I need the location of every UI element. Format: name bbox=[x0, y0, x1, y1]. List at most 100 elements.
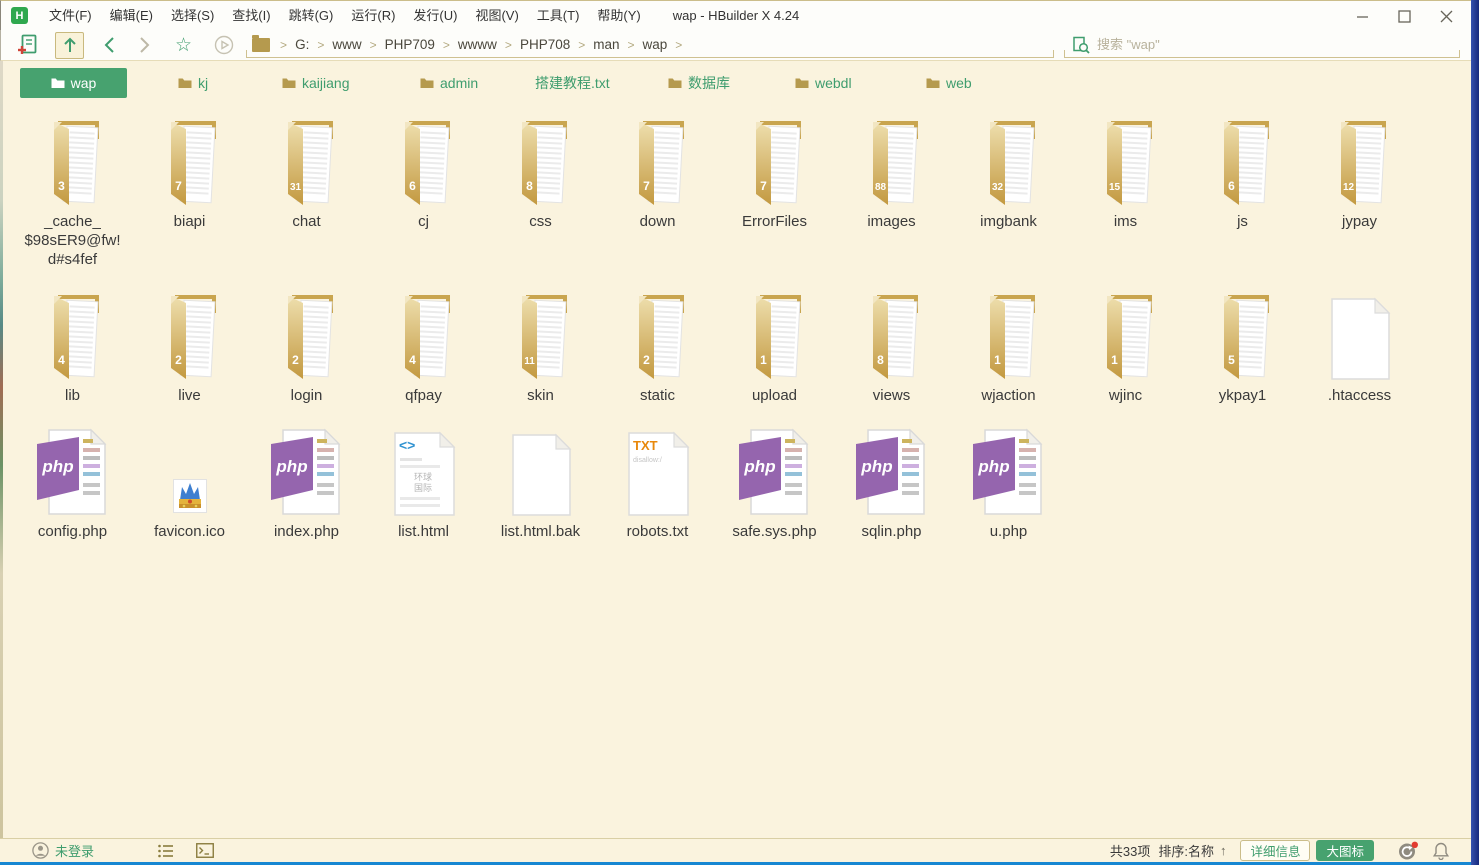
tab-admin[interactable]: admin bbox=[420, 68, 478, 98]
folder-item-css[interactable]: 8css bbox=[482, 117, 599, 231]
folder-item-qfpay[interactable]: 4qfpay bbox=[365, 291, 482, 405]
menu-item[interactable]: 查找(I) bbox=[223, 1, 279, 31]
folder-item-live[interactable]: 2live bbox=[131, 291, 248, 405]
maximize-button[interactable] bbox=[1389, 3, 1419, 29]
file-label: ims bbox=[1114, 212, 1137, 231]
menu-item[interactable]: 跳转(G) bbox=[280, 1, 343, 31]
breadcrumb-separator: > bbox=[313, 38, 328, 52]
forward-button[interactable] bbox=[139, 36, 151, 54]
blank-file-icon bbox=[510, 427, 572, 517]
menu-item[interactable]: 选择(S) bbox=[162, 1, 223, 31]
file-label: list.html bbox=[398, 522, 449, 541]
folder-item-chat[interactable]: 31chat bbox=[248, 117, 365, 231]
folder-item-skin[interactable]: 11skin bbox=[482, 291, 599, 405]
detail-view-button[interactable]: 详细信息 bbox=[1240, 840, 1310, 861]
file-item-safe.sys.php[interactable]: phpsafe.sys.php bbox=[716, 427, 833, 541]
file-item-u.php[interactable]: phpu.php bbox=[950, 427, 1067, 541]
folder-item-lib[interactable]: 4lib bbox=[14, 291, 131, 405]
file-item-robots.txt[interactable]: TXTdisallow:/robots.txt bbox=[599, 427, 716, 541]
status-bar: 未登录 共33项 排序:名称 ↑ 详细信息 大图标 bbox=[0, 838, 1471, 862]
breadcrumb-separator: > bbox=[366, 38, 381, 52]
close-button[interactable] bbox=[1431, 3, 1461, 29]
menu-item[interactable]: 工具(T) bbox=[528, 1, 589, 31]
folder-icon: 11 bbox=[509, 291, 573, 381]
folder-item-wjinc[interactable]: 1wjinc bbox=[1067, 291, 1184, 405]
run-button[interactable] bbox=[214, 35, 234, 55]
tab-数据库[interactable]: 数据库 bbox=[668, 68, 730, 98]
folder-item-images[interactable]: 88images bbox=[833, 117, 950, 231]
sort-direction-arrow[interactable]: ↑ bbox=[1220, 843, 1227, 858]
folder-item-js[interactable]: 6js bbox=[1184, 117, 1301, 231]
breadcrumb-item[interactable]: www bbox=[328, 37, 365, 52]
folder-item-ims[interactable]: 15ims bbox=[1067, 117, 1184, 231]
breadcrumb-item[interactable]: G: bbox=[291, 37, 313, 52]
breadcrumb-item[interactable]: PHP708 bbox=[516, 37, 574, 52]
large-icon-view-button[interactable]: 大图标 bbox=[1316, 840, 1374, 861]
svg-text:6: 6 bbox=[1228, 179, 1235, 193]
user-icon bbox=[32, 842, 49, 859]
tab-kj[interactable]: kj bbox=[178, 68, 208, 98]
search-box bbox=[1064, 32, 1460, 58]
update-notification-icon[interactable] bbox=[1398, 841, 1419, 861]
svg-text:1: 1 bbox=[760, 353, 767, 367]
breadcrumb-separator: > bbox=[574, 38, 589, 52]
folder-item-imgbank[interactable]: 32imgbank bbox=[950, 117, 1067, 231]
breadcrumb-item[interactable]: man bbox=[589, 37, 623, 52]
tab-搭建教程.txt[interactable]: 搭建教程.txt bbox=[535, 68, 610, 98]
menu-item[interactable]: 发行(U) bbox=[404, 1, 466, 31]
folder-item-jypay[interactable]: 12jypay bbox=[1301, 117, 1418, 231]
tab-web[interactable]: web bbox=[926, 68, 972, 98]
folder-item-down[interactable]: 7down bbox=[599, 117, 716, 231]
svg-text:11: 11 bbox=[524, 356, 535, 367]
svg-text:php: php bbox=[41, 457, 73, 476]
folder-item-ykpay1[interactable]: 5ykpay1 bbox=[1184, 291, 1301, 405]
svg-text:3: 3 bbox=[58, 179, 65, 193]
menu-item[interactable]: 编辑(E) bbox=[101, 1, 162, 31]
file-item-list.html.bak[interactable]: list.html.bak bbox=[482, 427, 599, 541]
folder-item-cj[interactable]: 6cj bbox=[365, 117, 482, 231]
folder-item-views[interactable]: 8views bbox=[833, 291, 950, 405]
menu-item[interactable]: 文件(F) bbox=[40, 1, 101, 31]
folder-item-upload[interactable]: 1upload bbox=[716, 291, 833, 405]
file-item-sqlin.php[interactable]: phpsqlin.php bbox=[833, 427, 950, 541]
favorite-star-icon[interactable]: ☆ bbox=[175, 36, 192, 55]
folder-item-biapi[interactable]: 7biapi bbox=[131, 117, 248, 231]
file-item-config.php[interactable]: phpconfig.php bbox=[14, 427, 131, 541]
folder-item-_cache_$98sER9@fw!d#s4fef[interactable]: 3_cache_ $98sER9@fw! d#s4fef bbox=[14, 117, 131, 269]
breadcrumb-item[interactable]: wwww bbox=[454, 37, 501, 52]
minimize-button[interactable] bbox=[1347, 3, 1377, 29]
window-title: wap - HBuilder X 4.24 bbox=[673, 8, 799, 23]
file-item-favicon.ico[interactable]: favicon.ico bbox=[131, 427, 248, 541]
tab-label: admin bbox=[440, 75, 478, 91]
breadcrumb-item[interactable]: wap bbox=[639, 37, 672, 52]
svg-text:1: 1 bbox=[994, 353, 1001, 367]
login-status[interactable]: 未登录 bbox=[32, 841, 94, 860]
tab-webdl[interactable]: webdl bbox=[795, 68, 852, 98]
svg-text:7: 7 bbox=[175, 179, 182, 193]
folder-item-ErrorFiles[interactable]: 7ErrorFiles bbox=[716, 117, 833, 231]
notification-bell-icon[interactable] bbox=[1433, 842, 1449, 860]
new-file-button[interactable] bbox=[17, 34, 37, 56]
back-button[interactable] bbox=[103, 36, 115, 54]
menu-item[interactable]: 运行(R) bbox=[342, 1, 404, 31]
file-label: live bbox=[178, 386, 201, 405]
list-view-icon[interactable] bbox=[158, 844, 174, 858]
svg-text:2: 2 bbox=[292, 353, 299, 367]
folder-item-wjaction[interactable]: 1wjaction bbox=[950, 291, 1067, 405]
folder-item-static[interactable]: 2static bbox=[599, 291, 716, 405]
file-item-.htaccess[interactable]: .htaccess bbox=[1301, 291, 1418, 405]
menu-bar: 文件(F)编辑(E)选择(S)查找(I)跳转(G)运行(R)发行(U)视图(V)… bbox=[40, 1, 650, 31]
sort-label: 排序:名称 bbox=[1158, 841, 1214, 860]
breadcrumb-item[interactable]: PHP709 bbox=[381, 37, 439, 52]
file-item-index.php[interactable]: phpindex.php bbox=[248, 427, 365, 541]
tab-label: webdl bbox=[815, 75, 852, 91]
terminal-icon[interactable] bbox=[196, 843, 214, 858]
tab-wap[interactable]: wap bbox=[20, 68, 127, 98]
tab-kaijiang[interactable]: kaijiang bbox=[282, 68, 349, 98]
up-directory-button[interactable] bbox=[55, 32, 84, 59]
folder-item-login[interactable]: 2login bbox=[248, 291, 365, 405]
search-input[interactable] bbox=[1097, 37, 1427, 52]
menu-item[interactable]: 帮助(Y) bbox=[588, 1, 649, 31]
file-item-list.html[interactable]: <>环球国际list.html bbox=[365, 427, 482, 541]
menu-item[interactable]: 视图(V) bbox=[466, 1, 527, 31]
